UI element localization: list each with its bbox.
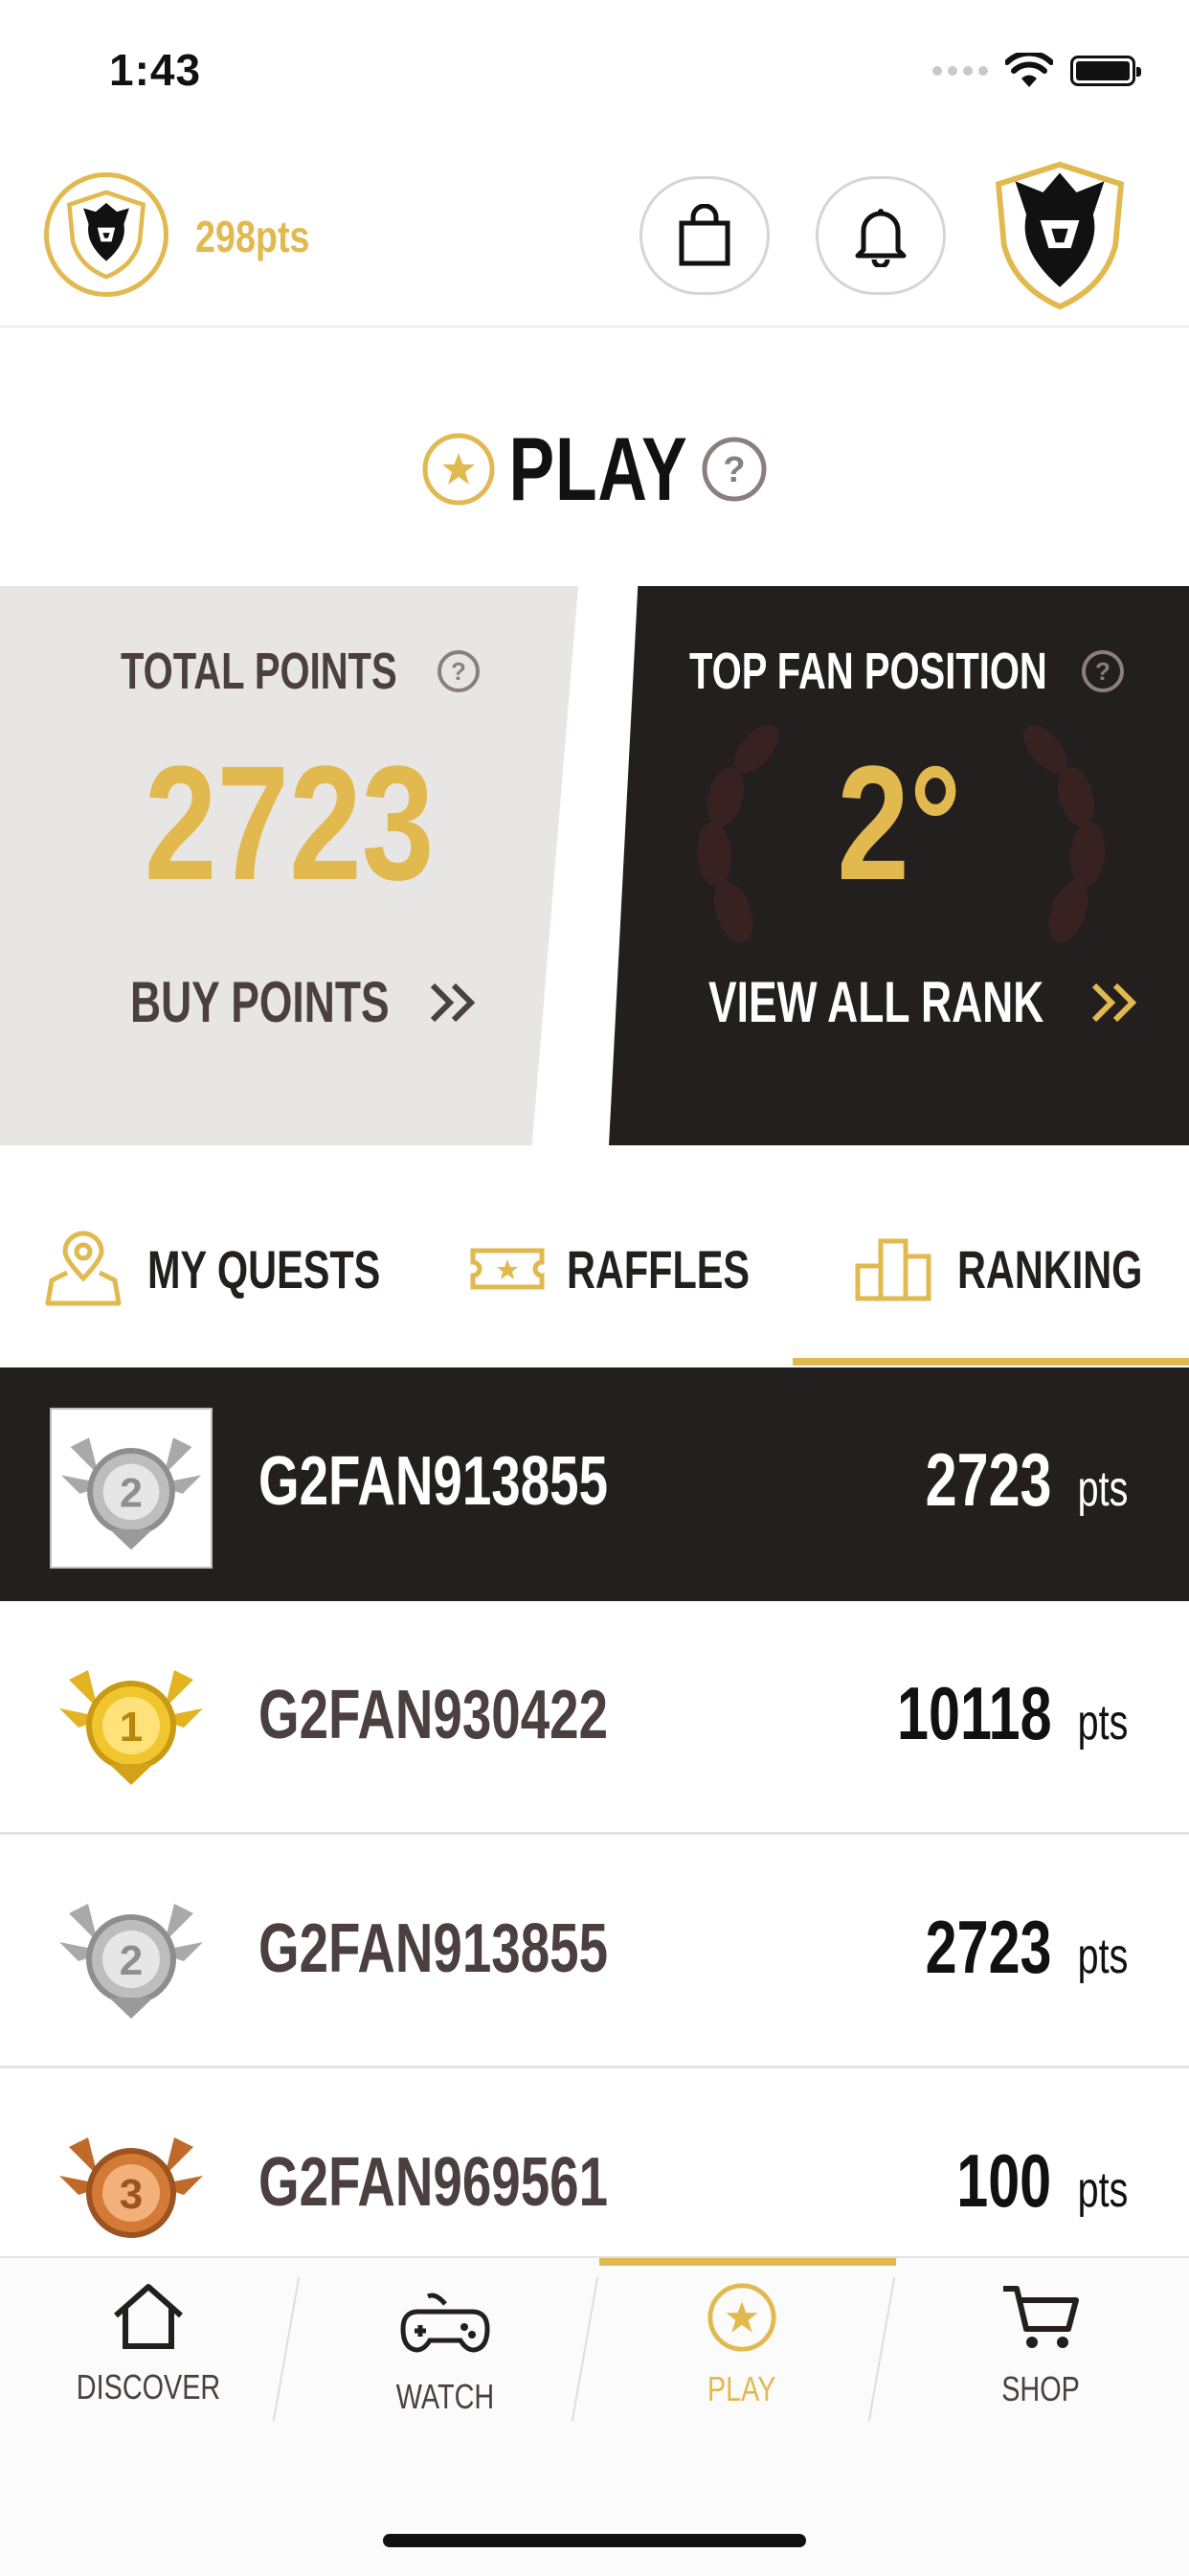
- nav-discover[interactable]: DISCOVER: [0, 2258, 297, 2450]
- points-unit: pts: [1077, 1929, 1128, 1984]
- g2-samurai-logo-icon: [995, 161, 1125, 310]
- tab-my-quests[interactable]: MY QUESTS: [44, 1226, 462, 1312]
- tab-label: MY QUESTS: [147, 1238, 381, 1299]
- player-name: G2FAN930422: [258, 1677, 609, 1753]
- view-all-rank-link[interactable]: VIEW ALL RANK: [708, 969, 1138, 1035]
- user-points: 298pts: [195, 212, 310, 261]
- ranking-row[interactable]: 2 G2FAN913855 2723 pts: [0, 1835, 1189, 2068]
- double-chevron-right-icon: [1092, 983, 1137, 1022]
- cart-icon: [1003, 2286, 1079, 2348]
- svg-text:?: ?: [723, 450, 745, 490]
- nav-label: DISCOVER: [76, 2367, 221, 2407]
- top-fan-value: 2°: [836, 733, 962, 915]
- points-value: 2723: [925, 1905, 1052, 1989]
- svg-text:?: ?: [1095, 657, 1110, 686]
- buy-points-label: BUY POINTS: [130, 970, 390, 1034]
- view-all-rank-label: VIEW ALL RANK: [708, 970, 1044, 1034]
- top-fan-card: TOP FAN POSITION ? 2° VIEW ALL RANK: [609, 586, 1189, 1145]
- player-points: 10118 pts: [848, 1670, 1128, 1757]
- map-pin-icon: [45, 1231, 122, 1306]
- total-points-card: TOTAL POINTS ? 2723 BUY POINTS: [0, 586, 578, 1145]
- player-name: G2FAN969561: [258, 2144, 609, 2221]
- silver-medal-icon: 2: [50, 1408, 213, 1569]
- tab-ranking[interactable]: RANKING: [854, 1226, 1189, 1312]
- active-tab-indicator: [793, 1358, 1189, 1366]
- player-points: 2723 pts: [886, 1436, 1128, 1524]
- bronze-medal-icon: 3: [59, 2137, 203, 2238]
- home-indicator: [383, 2534, 806, 2547]
- points-value: 100: [956, 2138, 1052, 2223]
- total-points-value: 2723: [144, 733, 435, 915]
- star-circle-icon: [422, 433, 495, 506]
- top-fan-value-wrap: 2°: [609, 730, 1189, 917]
- shop-bag-button[interactable]: [639, 176, 770, 295]
- buy-points-link[interactable]: BUY POINTS: [130, 969, 477, 1035]
- tab-label: RAFFLES: [567, 1238, 751, 1299]
- points-unit: pts: [1077, 2162, 1128, 2218]
- notifications-button[interactable]: [816, 176, 946, 295]
- svg-text:3: 3: [120, 2171, 143, 2218]
- gold-medal-icon: 1: [59, 1670, 203, 1785]
- svg-text:?: ?: [451, 657, 466, 686]
- g2-samurai-logo-icon: [66, 190, 146, 280]
- svg-text:1: 1: [120, 1704, 143, 1751]
- ranking-row[interactable]: 1 G2FAN930422 10118 pts: [0, 1601, 1189, 1835]
- star-circle-icon: [707, 2283, 776, 2352]
- points-unit: pts: [1077, 1461, 1128, 1517]
- tab-raffles[interactable]: RAFFLES: [469, 1226, 814, 1312]
- bell-icon: [855, 209, 907, 267]
- gamepad-icon: [400, 2293, 490, 2353]
- nav-label: SHOP: [1001, 2369, 1080, 2408]
- bottom-nav: DISCOVER WATCH PLAY SHOP: [0, 2256, 1189, 2576]
- status-time: 1:43: [109, 45, 202, 95]
- points-value: 2723: [925, 1437, 1052, 1522]
- status-icons: [932, 52, 1141, 90]
- battery-icon: [1070, 56, 1141, 86]
- points-value: 10118: [897, 1671, 1052, 1755]
- total-points-header: TOTAL POINTS ?: [121, 642, 481, 701]
- nav-shop[interactable]: SHOP: [892, 2258, 1189, 2450]
- nav-watch[interactable]: WATCH: [297, 2268, 594, 2459]
- team-logo[interactable]: [990, 159, 1130, 312]
- home-icon: [114, 2284, 183, 2349]
- svg-text:2: 2: [120, 1471, 143, 1517]
- top-header: 298pts: [0, 144, 1189, 328]
- points-unit: pts: [1077, 1695, 1128, 1751]
- player-name: G2FAN913855: [258, 1443, 609, 1520]
- cellular-signal-icon: [932, 66, 988, 76]
- help-icon[interactable]: ?: [701, 436, 768, 503]
- top-fan-label: TOP FAN POSITION: [689, 643, 1047, 700]
- player-points: 2723 pts: [886, 1904, 1128, 1991]
- ranking-row-current-user[interactable]: 2 G2FAN913855 2723 pts: [0, 1367, 1189, 1601]
- user-avatar[interactable]: [44, 172, 168, 297]
- wifi-icon: [1005, 53, 1053, 87]
- svg-text:2: 2: [120, 1937, 143, 1984]
- double-chevron-right-icon: [430, 983, 475, 1022]
- silver-medal-icon: 2: [59, 1904, 203, 2019]
- top-fan-header: TOP FAN POSITION ?: [689, 642, 1125, 701]
- help-icon[interactable]: ?: [437, 649, 481, 693]
- nav-play[interactable]: PLAY: [594, 2258, 890, 2450]
- shopping-bag-icon: [679, 204, 730, 266]
- page-title: PLAY: [508, 418, 688, 519]
- nav-label: WATCH: [395, 2377, 495, 2416]
- ticket-icon: [470, 1248, 545, 1290]
- player-name: G2FAN913855: [258, 1910, 609, 1987]
- help-icon[interactable]: ?: [1081, 649, 1125, 693]
- player-points: 100 pts: [927, 2137, 1128, 2225]
- total-points-label: TOTAL POINTS: [121, 643, 397, 700]
- tab-label: RANKING: [957, 1238, 1143, 1299]
- podium-icon: [855, 1238, 931, 1301]
- nav-label: PLAY: [707, 2369, 776, 2408]
- page-title-row: PLAY ?: [0, 412, 1189, 527]
- total-points-value-wrap: 2723: [0, 730, 578, 917]
